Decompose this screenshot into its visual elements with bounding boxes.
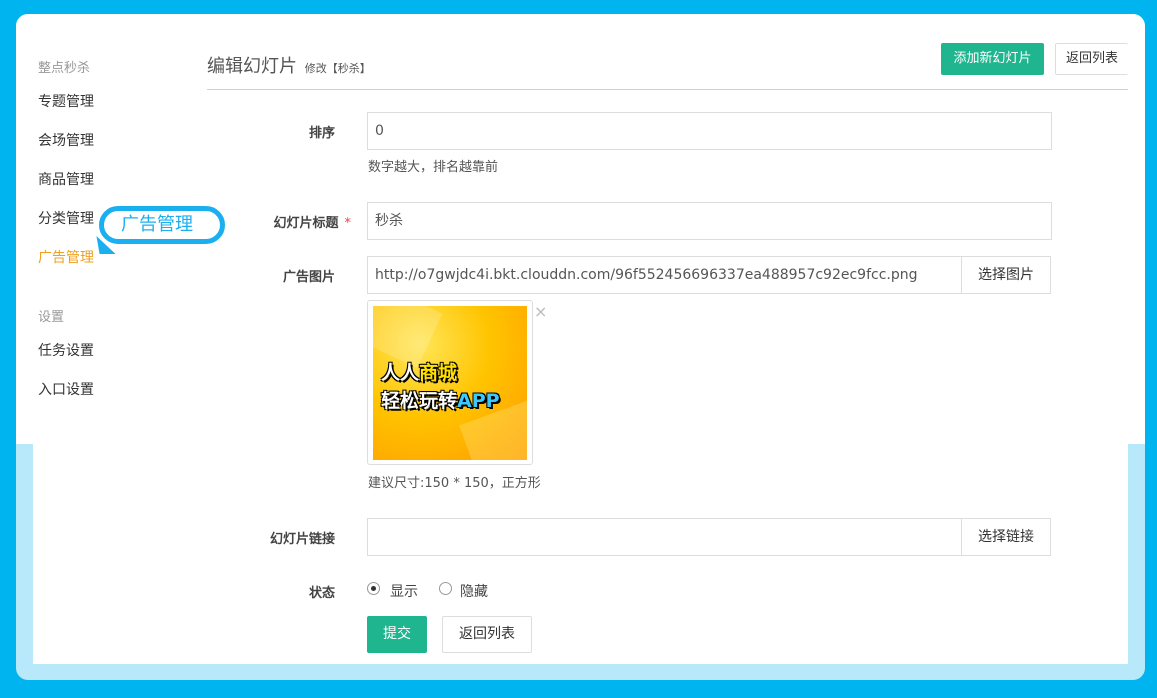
image-preview: 人人商城 轻松玩转APP [367,300,533,465]
submit-button[interactable]: 提交 [367,616,427,653]
image-label: 广告图片 [282,270,335,285]
required-mark: * [344,216,352,231]
title-label-text: 幻灯片标题 [273,216,339,231]
preview-image: 人人商城 轻松玩转APP [373,306,527,460]
sidebar-item-task-settings[interactable]: 任务设置 [38,341,188,380]
link-label: 幻灯片链接 [269,532,335,547]
sidebar-group-settings: 设置 [38,310,65,325]
title-input[interactable]: 秒杀 [367,202,1052,240]
image-help: 建议尺寸:150 * 150，正方形 [368,476,541,491]
select-link-button[interactable]: 选择链接 [961,518,1051,556]
header-divider [207,89,1128,90]
callout-bubble: 广告管理 [99,206,225,244]
return-list-button[interactable]: 返回列表 [442,616,532,653]
preview-text: 轻松玩转 [381,390,458,412]
title-label: 幻灯片标题 * [221,212,351,231]
status-label: 状态 [308,586,335,601]
sidebar-item-entry-settings[interactable]: 入口设置 [38,380,188,419]
preview-logo-line1: 人人商城 [381,358,457,385]
link-input[interactable] [367,518,962,556]
add-slide-button[interactable]: 添加新幻灯片 [941,43,1044,75]
page-title: 编辑幻灯片 修改【秒杀】 [207,52,371,78]
sort-input[interactable]: 0 [367,112,1052,150]
status-show-label[interactable]: 显示 [390,581,418,601]
remove-image-icon[interactable]: × [534,302,547,321]
sort-help: 数字越大，排名越靠前 [368,160,499,175]
status-hide-label[interactable]: 隐藏 [460,581,488,601]
select-image-button[interactable]: 选择图片 [961,256,1051,294]
image-url-input[interactable]: http://o7gwjdc4i.bkt.clouddn.com/96f5524… [367,256,962,294]
preview-text: 人人 [381,362,420,384]
page-subtitle: 修改【秒杀】 [304,62,371,75]
preview-logo-line2: 轻松玩转APP [381,386,500,413]
sidebar-group-flash-sale: 整点秒杀 [38,61,91,76]
sort-label: 排序 [308,126,335,141]
sidebar-item-products[interactable]: 商品管理 [38,170,188,209]
sidebar-item-venues[interactable]: 会场管理 [38,131,188,170]
preview-text: APP [457,390,500,412]
page-title-text: 编辑幻灯片 [207,56,297,77]
preview-text: 商城 [419,362,458,384]
back-to-list-button[interactable]: 返回列表 [1055,43,1128,75]
sidebar-item-topics[interactable]: 专题管理 [38,92,188,131]
status-hide-radio[interactable] [439,582,452,595]
status-show-radio[interactable] [367,582,380,595]
